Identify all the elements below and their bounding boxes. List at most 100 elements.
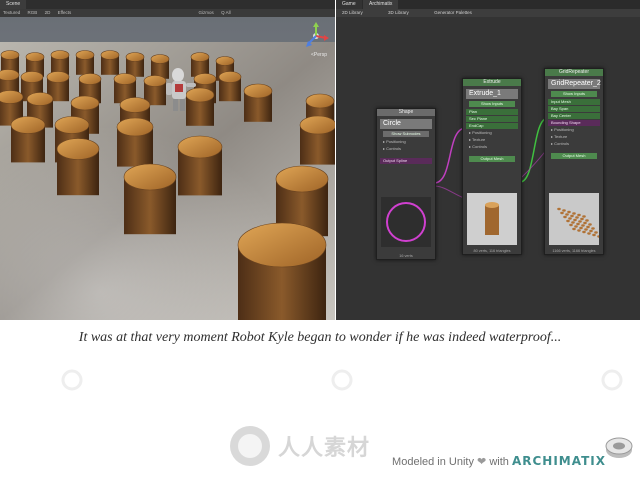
- orientation-gizmo-icon[interactable]: [303, 22, 329, 50]
- foldout-controls[interactable]: ▸ Controls: [548, 141, 600, 147]
- output-mesh-port[interactable]: Output Mesh: [551, 153, 597, 159]
- tab-scene[interactable]: Scene: [0, 0, 27, 9]
- scene-viewport[interactable]: [0, 17, 335, 320]
- node-extrude[interactable]: Extrude Extrude_1 Show Inputs Plan Sec P…: [462, 78, 522, 255]
- wood-post-top: [0, 90, 24, 104]
- node-name-field[interactable]: Extrude_1: [466, 89, 518, 99]
- wood-post-top: [0, 69, 20, 81]
- node-stats: 16 verts: [399, 254, 413, 258]
- grid-preview-post: [571, 221, 575, 224]
- wood-post-top: [143, 75, 167, 87]
- wood-post-top: [150, 54, 170, 64]
- watermark-text: 人人素材: [278, 436, 371, 461]
- node-shape-circle[interactable]: Shape Circle Show Subnodes ▸ Positioning…: [376, 108, 436, 260]
- grid-preview-post: [592, 233, 596, 237]
- node-name-field[interactable]: GridRepeater_2: [548, 79, 601, 89]
- node-header[interactable]: GridRepeater: [545, 69, 603, 76]
- wood-post-top: [46, 71, 70, 83]
- grid-preview-post: [577, 213, 581, 217]
- input-bay-center-port[interactable]: Bay Center: [548, 113, 600, 119]
- wood-post-top: [177, 135, 223, 159]
- perspective-label[interactable]: <Persp: [311, 52, 327, 58]
- gizmos-dropdown[interactable]: Gizmos: [196, 9, 217, 17]
- wood-post-top: [75, 50, 95, 60]
- input-sec-plane-port[interactable]: Sec Plane: [466, 116, 518, 122]
- wood-post-top: [243, 83, 273, 99]
- node-header[interactable]: Extrude: [463, 79, 521, 86]
- wood-post-top: [215, 56, 235, 66]
- grid-preview-post: [560, 211, 564, 215]
- render-mode-dropdown[interactable]: RGB: [25, 9, 41, 17]
- wood-post-top: [10, 116, 46, 134]
- credit-with: with: [489, 456, 509, 468]
- node-stats: 1166 verts, 1166 triangles: [552, 249, 596, 253]
- grid-preview-post: [583, 221, 587, 225]
- grid-preview-post: [573, 218, 577, 222]
- node-header[interactable]: Shape: [377, 109, 435, 116]
- archimatix-brand: ARCHIMATIX: [511, 454, 606, 468]
- wood-post-top: [299, 115, 335, 135]
- grid-preview-post: [557, 207, 561, 211]
- wood-post-top: [185, 87, 215, 103]
- grid-preview-post: [581, 224, 585, 227]
- scene-panel: Scene Textured RGB 2D Effects Gizmos Q A…: [0, 0, 335, 320]
- foldout-positioning[interactable]: ▸ Positioning: [466, 130, 518, 136]
- input-mesh-port[interactable]: Input Mesh: [548, 99, 600, 105]
- grid-preview-post: [577, 229, 581, 232]
- grid-preview-post: [569, 223, 573, 227]
- grid-preview-post: [575, 216, 579, 219]
- circle-preview: [381, 197, 431, 247]
- grid-preview-post: [585, 219, 589, 222]
- effects-dropdown[interactable]: Effects: [55, 9, 75, 17]
- grid-preview-post: [566, 219, 570, 223]
- grid-preview-post: [591, 227, 595, 230]
- grid-preview-post: [578, 220, 582, 223]
- wood-post-top: [190, 52, 210, 62]
- grid-preview-post: [568, 217, 572, 220]
- wood-post-top: [116, 117, 154, 137]
- input-endcap-port[interactable]: EndCap: [466, 123, 518, 129]
- wood-post-top: [20, 71, 44, 83]
- input-bay-span-port[interactable]: Bay Span: [548, 106, 600, 112]
- node-name-field[interactable]: Circle: [380, 119, 432, 129]
- wood-post-top: [218, 71, 242, 83]
- grid-preview-post: [582, 215, 586, 218]
- shading-mode-dropdown[interactable]: Textured: [0, 9, 23, 17]
- archimatix-logo-icon: [605, 437, 633, 458]
- foldout-texture[interactable]: ▸ Texture: [548, 134, 600, 140]
- foldout-texture[interactable]: ▸ Texture: [466, 137, 518, 143]
- wood-post-top: [193, 73, 217, 85]
- foldout-positioning[interactable]: ▸ Positioning: [548, 127, 600, 133]
- wood-post-top: [305, 93, 335, 109]
- grid-preview: [549, 193, 599, 245]
- node-stats: 80 verts, 116 triangles: [473, 249, 511, 253]
- wood-post-top: [56, 138, 100, 160]
- node-grid-repeater[interactable]: GridRepeater GridRepeater_2 Show Inputs …: [544, 68, 604, 255]
- output-mesh-port[interactable]: Output Mesh: [469, 156, 515, 162]
- grid-preview-post: [563, 215, 567, 219]
- grid-preview-post: [582, 230, 586, 234]
- show-inputs-button[interactable]: Show Inputs: [551, 91, 597, 97]
- foldout-controls[interactable]: ▸ Controls: [380, 146, 432, 152]
- grid-preview-post: [594, 231, 598, 234]
- input-bounding-shape-port[interactable]: Bounding Shape: [548, 120, 600, 126]
- wood-post-top: [50, 50, 70, 60]
- scene-toolbar: Textured RGB 2D Effects Gizmos Q All: [0, 9, 335, 17]
- foldout-controls[interactable]: ▸ Controls: [466, 144, 518, 150]
- show-subnodes-button[interactable]: Show Subnodes: [383, 131, 429, 137]
- show-inputs-button[interactable]: Show Inputs: [469, 101, 515, 107]
- grid-preview-post: [587, 232, 591, 235]
- scene-search[interactable]: Q All: [218, 9, 234, 17]
- wood-post-top: [25, 52, 45, 62]
- wood-post-top: [275, 165, 329, 193]
- input-plan-port[interactable]: Plan: [466, 109, 518, 115]
- grid-preview-post: [562, 209, 566, 212]
- wood-post-top: [123, 163, 177, 191]
- 2d-toggle[interactable]: 2D: [42, 9, 54, 17]
- foldout-positioning[interactable]: ▸ Positioning: [380, 139, 432, 145]
- wood-post-top: [113, 73, 137, 85]
- output-spline-port[interactable]: Output Spline: [380, 158, 432, 164]
- scene-tabbar: Scene: [0, 0, 335, 9]
- grid-preview-post: [589, 229, 593, 233]
- wood-post-top: [26, 92, 54, 106]
